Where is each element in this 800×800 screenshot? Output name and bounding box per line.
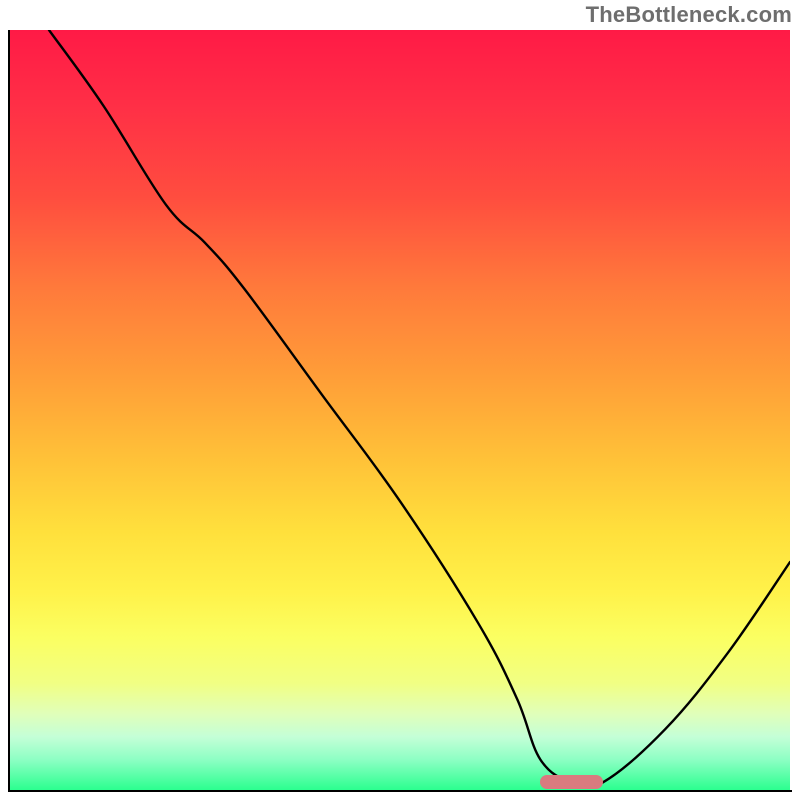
x-axis xyxy=(8,790,792,792)
y-axis xyxy=(8,30,10,792)
curve-svg xyxy=(10,30,790,790)
optimum-marker xyxy=(540,775,602,789)
plot-area xyxy=(10,30,790,790)
curve-path xyxy=(49,30,790,788)
watermark-text: TheBottleneck.com xyxy=(586,2,792,28)
chart-container: TheBottleneck.com xyxy=(0,0,800,800)
